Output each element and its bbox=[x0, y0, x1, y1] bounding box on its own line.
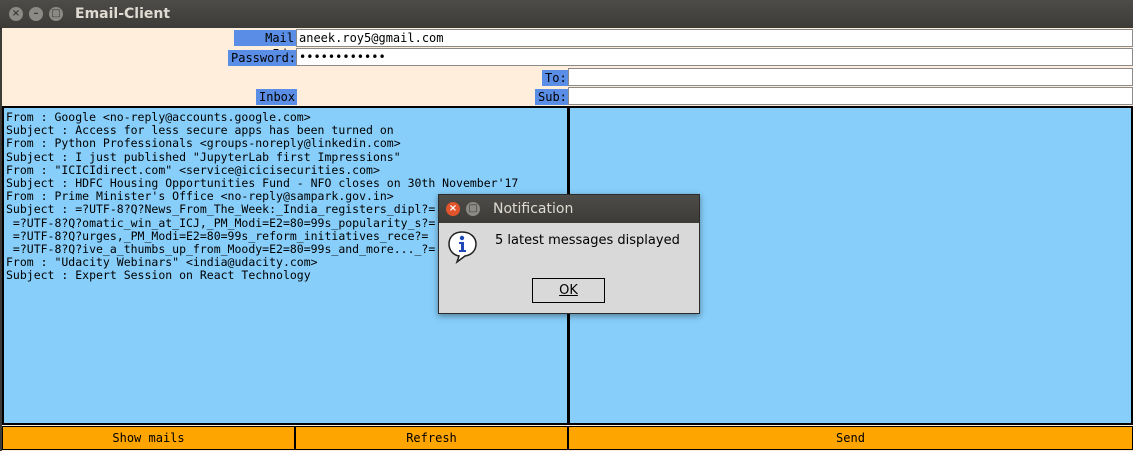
to-label: To: bbox=[542, 70, 569, 86]
info-icon bbox=[447, 230, 479, 268]
mail-id-input[interactable]: aneek.roy5@gmail.com bbox=[296, 29, 1133, 47]
ok-button[interactable]: OK bbox=[532, 278, 605, 303]
show-mails-button[interactable]: Show mails bbox=[2, 426, 295, 450]
list-item: Subject : I just published "JupyterLab f… bbox=[6, 149, 401, 164]
dialog-body: 5 latest messages displayed OK bbox=[439, 223, 699, 313]
dialog-close-button[interactable]: × bbox=[446, 202, 460, 216]
inbox-label: Inbox bbox=[256, 89, 297, 105]
window-close-button[interactable]: × bbox=[9, 7, 23, 21]
send-button[interactable]: Send bbox=[568, 426, 1133, 450]
notification-dialog: × □ Notification 5 latest messages displ… bbox=[438, 194, 700, 314]
mail-id-label: Mail Id: bbox=[234, 30, 297, 61]
window-title: Email-Client bbox=[75, 6, 171, 22]
subject-label: Sub: bbox=[535, 89, 569, 105]
to-input[interactable] bbox=[568, 68, 1133, 86]
list-item: From : Python Professionals <groups-nore… bbox=[6, 136, 401, 151]
refresh-button[interactable]: Refresh bbox=[295, 426, 568, 450]
ok-button-label: OK bbox=[559, 283, 578, 298]
window-maximize-button[interactable]: □ bbox=[49, 7, 63, 21]
password-label: Password: bbox=[228, 50, 297, 66]
dialog-titlebar: × □ Notification bbox=[439, 195, 699, 223]
password-input[interactable]: •••••••••••• bbox=[296, 48, 1133, 66]
dialog-title: Notification bbox=[493, 201, 574, 217]
dialog-message: 5 latest messages displayed bbox=[495, 233, 680, 248]
window-titlebar: × – □ Email-Client bbox=[0, 0, 1133, 29]
subject-input[interactable] bbox=[568, 87, 1133, 105]
dialog-maximize-button[interactable]: □ bbox=[466, 202, 480, 216]
window-minimize-button[interactable]: – bbox=[29, 7, 43, 21]
